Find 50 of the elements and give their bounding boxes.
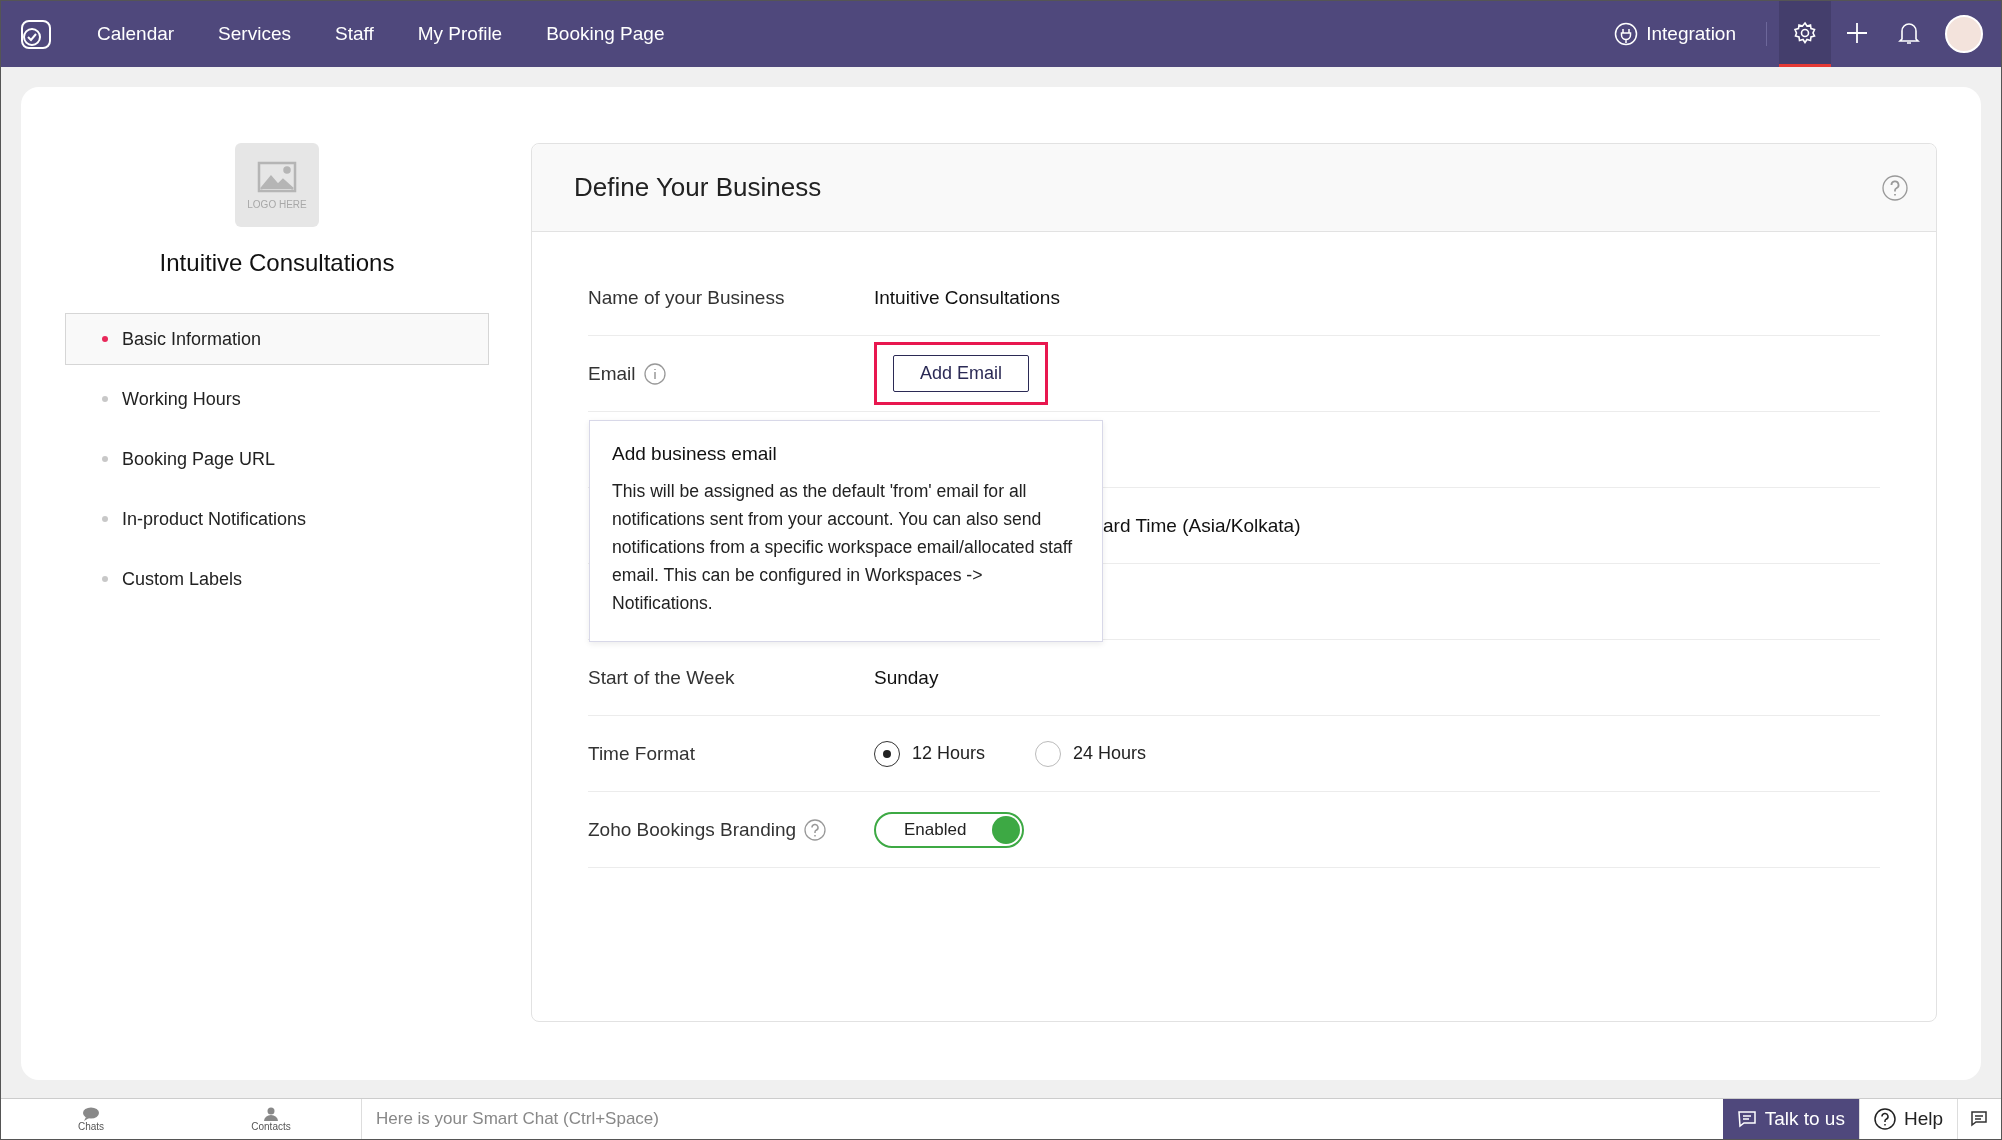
field-value: ard Time (Asia/Kolkata) bbox=[1103, 514, 1301, 537]
panel-title: Define Your Business bbox=[574, 172, 822, 203]
plus-icon bbox=[1845, 20, 1869, 45]
info-icon[interactable] bbox=[643, 362, 666, 385]
settings-icon bbox=[1793, 20, 1817, 45]
sidebar-item[interactable]: Custom Labels bbox=[65, 553, 489, 605]
smart-chat-field[interactable]: Here is your Smart Chat (Ctrl+Space) bbox=[361, 1099, 1723, 1139]
field-label: Email bbox=[588, 362, 636, 385]
help-button[interactable]: Help bbox=[1858, 1099, 1957, 1139]
sidebar-item[interactable]: In-product Notifications bbox=[65, 493, 489, 545]
business-name: Intuitive Consultations bbox=[159, 249, 395, 277]
settings-button[interactable] bbox=[1779, 1, 1831, 67]
chat-bubbles-button[interactable] bbox=[1957, 1099, 2001, 1139]
field-label: Start of the Week bbox=[588, 666, 736, 689]
add-email-button[interactable]: Add Email bbox=[893, 355, 1030, 392]
field-value: Sunday bbox=[874, 666, 939, 689]
nav-link[interactable]: Calendar bbox=[97, 23, 175, 45]
sidebar-item[interactable]: Basic Information bbox=[65, 313, 489, 365]
plug-icon bbox=[1614, 22, 1639, 46]
logo-text: LOGO HERE bbox=[247, 198, 307, 210]
integration-link[interactable]: Integration bbox=[1614, 22, 1767, 46]
chats-button[interactable]: Chats bbox=[1, 1099, 181, 1139]
sidebar-item[interactable]: Booking Page URL bbox=[65, 433, 489, 485]
nav-link[interactable]: My Profile bbox=[417, 23, 503, 45]
sidebar-item[interactable]: Working Hours bbox=[65, 373, 489, 425]
field-label: Zoho Bookings Branding bbox=[588, 818, 797, 841]
radio-option[interactable]: 12 Hours bbox=[874, 740, 986, 767]
help-icon[interactable] bbox=[1882, 174, 1908, 201]
chat-bubble-icon bbox=[82, 1106, 100, 1121]
tooltip-text: This will be assigned as the default 'from' email for all notifications sent from your account. You can also send notifications from a specific workspace email/allocated staff email. This can be configured in Workspaces -> Notifications. bbox=[612, 480, 1074, 615]
field-label: Time Format bbox=[588, 742, 696, 765]
toggle-switch[interactable]: Enabled bbox=[874, 811, 1024, 848]
talk-to-us-button[interactable]: Talk to us bbox=[1722, 1099, 1859, 1139]
app-logo-icon[interactable] bbox=[19, 17, 53, 51]
tooltip-title: Add business email bbox=[612, 443, 778, 465]
person-icon bbox=[263, 1106, 279, 1121]
image-icon bbox=[257, 160, 297, 193]
help-icon[interactable] bbox=[804, 818, 827, 841]
field-label: Name of your Business bbox=[588, 286, 786, 309]
chat-icon bbox=[1736, 1109, 1757, 1129]
user-avatar[interactable] bbox=[1945, 15, 1983, 53]
contacts-button[interactable]: Contacts bbox=[181, 1099, 361, 1139]
help-icon bbox=[1873, 1108, 1896, 1130]
field-value: Intuitive Consultations bbox=[874, 286, 1060, 309]
bell-icon bbox=[1898, 20, 1920, 45]
nav-link[interactable]: Booking Page bbox=[546, 23, 665, 45]
nav-link[interactable]: Staff bbox=[334, 23, 374, 45]
chat-icon bbox=[1969, 1110, 1990, 1128]
radio-option[interactable]: 24 Hours bbox=[1035, 740, 1147, 767]
nav-link[interactable]: Services bbox=[218, 23, 291, 45]
